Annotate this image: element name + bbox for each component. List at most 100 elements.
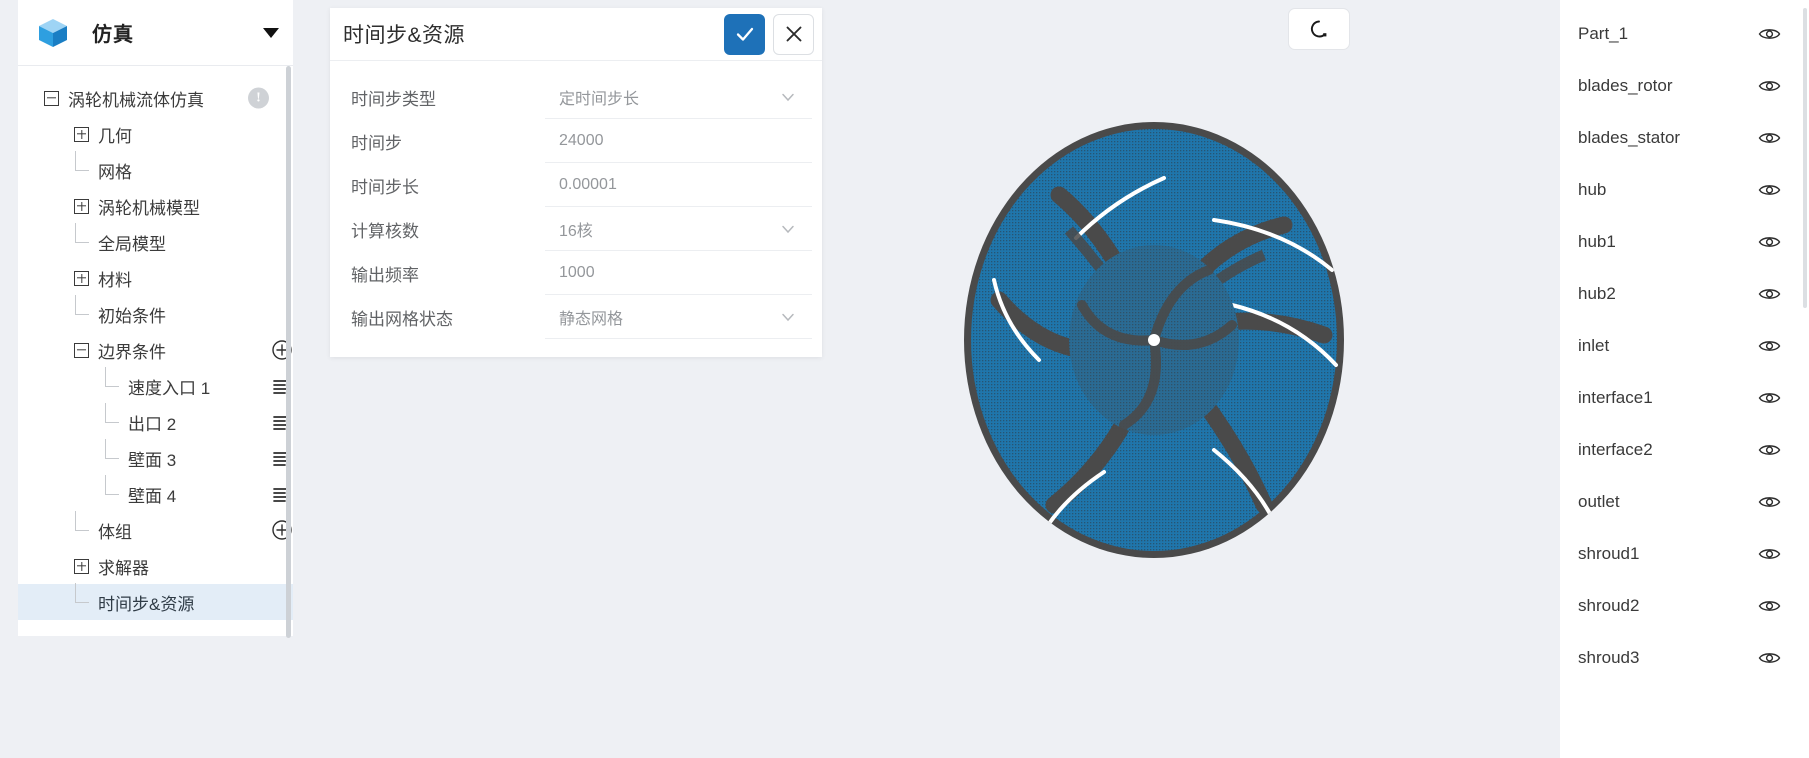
left-sidebar: 仿真 涡轮机械流体仿真! 几何网格涡轮机械模型全局模型材料初始条件边界条件速度入口…	[0, 0, 330, 758]
tree-item[interactable]: 时间步&资源	[18, 582, 293, 620]
part-name: interface2	[1578, 440, 1653, 459]
field-input[interactable]: 24000	[545, 119, 812, 163]
form-row: 输出频率 1000	[340, 251, 812, 295]
form-row: 时间步类型 定时间步长	[340, 75, 812, 119]
tree-item[interactable]: 速度入口 1	[18, 366, 293, 404]
eye-icon[interactable]	[1758, 598, 1781, 614]
tree-item[interactable]: 壁面 3	[18, 438, 293, 476]
expand-icon[interactable]	[74, 558, 89, 574]
part-row[interactable]: blades_stator	[1560, 112, 1809, 164]
sidebar-scrollbar[interactable]	[286, 66, 291, 638]
part-row[interactable]: Part_1	[1560, 8, 1809, 60]
part-name: shroud3	[1578, 648, 1640, 667]
tree-item-label: 边界条件	[98, 342, 166, 362]
eye-icon[interactable]	[1758, 26, 1781, 42]
tree-branch-line	[74, 222, 89, 250]
field-value: 静态网格	[559, 310, 624, 328]
eye-icon[interactable]	[1758, 182, 1781, 198]
tree-item[interactable]: 几何	[18, 116, 293, 152]
simulation-tree: 涡轮机械流体仿真! 几何网格涡轮机械模型全局模型材料初始条件边界条件速度入口 1 出…	[18, 66, 293, 620]
field-label: 时间步长	[351, 177, 419, 197]
chevron-down-icon[interactable]	[780, 309, 796, 325]
field-label: 计算核数	[351, 221, 419, 241]
tree-item[interactable]: 涡轮机械流体仿真!	[18, 80, 293, 116]
tree-item[interactable]: 初始条件	[18, 294, 293, 332]
sidebar-header[interactable]: 仿真	[18, 0, 293, 66]
collapse-icon[interactable]	[74, 342, 89, 358]
expand-icon[interactable]	[74, 270, 89, 286]
tree-item-label: 涡轮机械模型	[98, 198, 200, 218]
part-row[interactable]: shroud1	[1560, 528, 1809, 580]
part-row[interactable]: shroud3	[1560, 632, 1809, 684]
tree-branch-line	[104, 438, 119, 466]
tree-item[interactable]: 网格	[18, 150, 293, 188]
part-name: Part_1	[1578, 24, 1629, 43]
eye-icon[interactable]	[1758, 546, 1781, 562]
expand-icon[interactable]	[74, 198, 89, 214]
field-value: 16核	[559, 222, 593, 240]
part-row[interactable]: interface1	[1560, 372, 1809, 424]
tree-item-label: 材料	[98, 270, 132, 290]
tree-item-label: 出口 2	[128, 414, 177, 434]
field-input[interactable]: 0.00001	[545, 163, 812, 207]
eye-icon[interactable]	[1758, 234, 1781, 250]
reset-view-button[interactable]	[1288, 8, 1350, 50]
chevron-down-icon[interactable]	[780, 89, 796, 105]
form-row: 输出网格状态 静态网格	[340, 295, 812, 339]
parts-scrollbar[interactable]	[1803, 8, 1807, 308]
chevron-down-icon[interactable]	[780, 221, 796, 237]
tree-branch-line	[74, 150, 89, 178]
tree-item[interactable]: 材料	[18, 260, 293, 296]
cancel-button[interactable]	[773, 13, 814, 55]
part-row[interactable]: blades_rotor	[1560, 60, 1809, 112]
tree-item-label: 涡轮机械流体仿真	[68, 90, 204, 110]
expand-icon[interactable]	[74, 126, 89, 142]
app-title: 仿真	[92, 24, 134, 46]
tree-item[interactable]: 全局模型	[18, 222, 293, 260]
field-select[interactable]: 16核	[545, 207, 812, 251]
part-row[interactable]: hub	[1560, 164, 1809, 216]
eye-icon[interactable]	[1758, 78, 1781, 94]
eye-icon[interactable]	[1758, 650, 1781, 666]
tree-item[interactable]: 求解器	[18, 548, 293, 584]
caret-down-icon[interactable]	[263, 27, 279, 38]
part-row[interactable]: inlet	[1560, 320, 1809, 372]
field-value: 定时间步长	[559, 90, 640, 108]
tree-branch-line	[104, 402, 119, 430]
field-select[interactable]: 静态网格	[545, 295, 812, 339]
eye-icon[interactable]	[1758, 494, 1781, 510]
eye-icon[interactable]	[1758, 390, 1781, 406]
part-row[interactable]: hub1	[1560, 216, 1809, 268]
tree-item[interactable]: 边界条件	[18, 332, 293, 368]
tree-item-label: 体组	[98, 522, 132, 542]
part-row[interactable]: shroud2	[1560, 580, 1809, 632]
part-name: hub	[1578, 180, 1607, 199]
eye-icon[interactable]	[1758, 338, 1781, 354]
part-row[interactable]: hub2	[1560, 268, 1809, 320]
parts-list: Part_1 blades_rotor blades_statorhub hub1 hu…	[1560, 8, 1809, 684]
tree-item-label: 几何	[98, 126, 132, 146]
tree-branch-line	[74, 582, 89, 610]
eye-icon[interactable]	[1758, 442, 1781, 458]
field-select[interactable]: 定时间步长	[545, 75, 812, 119]
part-name: outlet	[1578, 492, 1620, 511]
part-name: blades_stator	[1578, 128, 1681, 147]
field-input[interactable]: 1000	[545, 251, 812, 295]
application-root: 仿真 涡轮机械流体仿真! 几何网格涡轮机械模型全局模型材料初始条件边界条件速度入口…	[0, 0, 1809, 758]
collapse-icon[interactable]	[44, 90, 59, 106]
tree-item[interactable]: 壁面 4	[18, 474, 293, 512]
field-label: 输出频率	[351, 265, 419, 285]
eye-icon[interactable]	[1758, 130, 1781, 146]
tree-item[interactable]: 涡轮机械模型	[18, 188, 293, 224]
part-name: interface1	[1578, 388, 1653, 407]
eye-icon[interactable]	[1758, 286, 1781, 302]
part-row[interactable]: outlet	[1560, 476, 1809, 528]
tree-item[interactable]: 体组	[18, 510, 293, 548]
confirm-button[interactable]	[724, 13, 765, 55]
part-name: shroud1	[1578, 544, 1640, 563]
warning-badge[interactable]: !	[248, 87, 269, 109]
part-row[interactable]: interface2	[1560, 424, 1809, 476]
part-name: blades_rotor	[1578, 76, 1673, 95]
field-label: 时间步	[351, 133, 402, 153]
tree-item[interactable]: 出口 2	[18, 402, 293, 440]
